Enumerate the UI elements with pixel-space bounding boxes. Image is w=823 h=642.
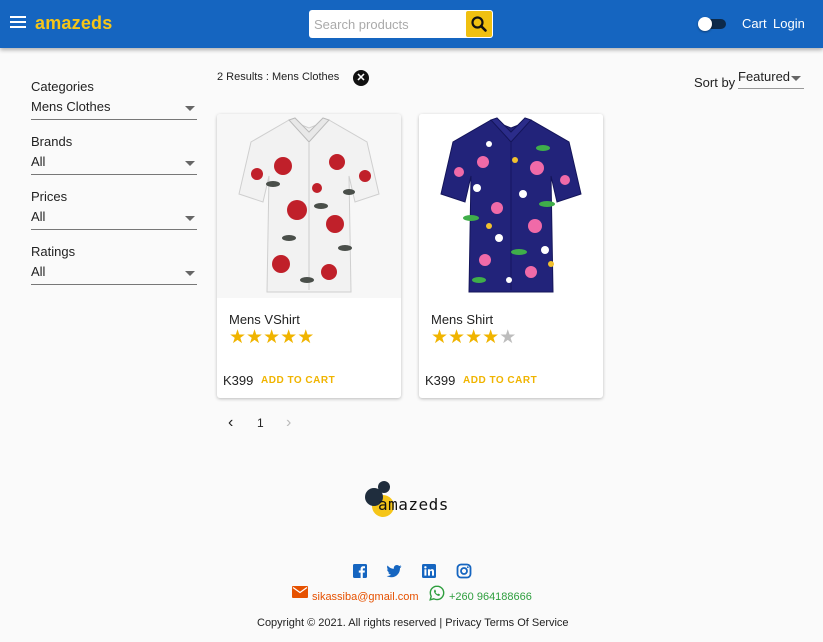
email-icon bbox=[292, 586, 308, 598]
product-name[interactable]: Mens VShirt bbox=[229, 312, 300, 327]
contact-email[interactable]: sikassiba@gmail.com bbox=[312, 591, 419, 603]
dark-mode-toggle[interactable] bbox=[698, 17, 726, 31]
copyright-text: Copyright © 2021. All rights reserved | … bbox=[257, 617, 569, 629]
filter-label: Ratings bbox=[31, 244, 76, 259]
product-name[interactable]: Mens Shirt bbox=[431, 312, 493, 327]
sort-label: Sort by bbox=[694, 75, 736, 90]
ratings-select[interactable]: All bbox=[31, 264, 197, 285]
rating-stars: ★★★★★ bbox=[431, 328, 516, 348]
filter-categories: Categories Mens Clothes bbox=[31, 79, 197, 120]
select-value: All bbox=[31, 264, 46, 279]
search-input[interactable] bbox=[309, 10, 466, 38]
facebook-icon[interactable] bbox=[352, 563, 368, 579]
product-price: K399 bbox=[425, 373, 456, 388]
star-filled-icon: ★ bbox=[263, 327, 281, 348]
pagination-page[interactable]: 1 bbox=[257, 416, 264, 430]
product-card[interactable]: Mens VShirt ★★★★★ K399 ADD TO CART bbox=[217, 114, 401, 398]
login-link[interactable]: Login bbox=[773, 16, 805, 31]
star-empty-icon: ★ bbox=[499, 327, 517, 348]
close-icon: ✕ bbox=[356, 72, 366, 84]
star-filled-icon: ★ bbox=[297, 327, 315, 348]
categories-select[interactable]: Mens Clothes bbox=[31, 99, 197, 120]
product-image[interactable] bbox=[419, 114, 603, 298]
whatsapp-icon bbox=[429, 585, 445, 601]
filter-label: Prices bbox=[31, 189, 68, 204]
filter-label: Brands bbox=[31, 134, 73, 149]
filter-ratings: Ratings All bbox=[31, 244, 197, 285]
search-button[interactable] bbox=[466, 11, 492, 37]
star-filled-icon: ★ bbox=[246, 327, 264, 348]
select-value: Mens Clothes bbox=[31, 99, 111, 114]
product-image[interactable] bbox=[217, 114, 401, 298]
chevron-right-icon: › bbox=[286, 414, 292, 431]
add-to-cart-button[interactable]: ADD TO CART bbox=[261, 375, 335, 386]
star-filled-icon: ★ bbox=[431, 327, 449, 348]
select-value: All bbox=[31, 209, 46, 224]
star-filled-icon: ★ bbox=[280, 327, 298, 348]
chevron-down-icon bbox=[791, 76, 801, 81]
select-value: All bbox=[31, 154, 46, 169]
cart-link[interactable]: Cart bbox=[742, 16, 767, 31]
filter-prices: Prices All bbox=[31, 189, 197, 230]
prices-select[interactable]: All bbox=[31, 209, 197, 230]
add-to-cart-button[interactable]: ADD TO CART bbox=[463, 375, 537, 386]
filter-brands: Brands All bbox=[31, 134, 197, 175]
search-bar bbox=[309, 10, 493, 38]
sort-value: Featured bbox=[738, 69, 791, 84]
product-card[interactable]: Mens Shirt ★★★★★ K399 ADD TO CART bbox=[419, 114, 603, 398]
chevron-down-icon bbox=[185, 271, 195, 276]
chevron-left-icon: ‹ bbox=[228, 414, 234, 431]
chevron-down-icon bbox=[185, 216, 195, 221]
twitter-icon[interactable] bbox=[386, 563, 402, 579]
results-summary: 2 Results : Mens Clothes bbox=[217, 71, 340, 83]
linkedin-icon[interactable] bbox=[421, 563, 437, 579]
rating-stars: ★★★★★ bbox=[229, 328, 314, 348]
star-filled-icon: ★ bbox=[465, 327, 483, 348]
clear-filter-button[interactable]: ✕ bbox=[353, 70, 369, 86]
chevron-down-icon bbox=[185, 161, 195, 166]
menu-icon[interactable] bbox=[10, 16, 26, 30]
brand-logo[interactable]: amazeds bbox=[35, 13, 112, 34]
footer-logo-text: amazeds bbox=[378, 495, 449, 514]
contact-phone[interactable]: +260 964188666 bbox=[449, 591, 532, 603]
instagram-icon[interactable] bbox=[456, 563, 472, 579]
search-icon bbox=[471, 16, 487, 32]
brands-select[interactable]: All bbox=[31, 154, 197, 175]
filter-label: Categories bbox=[31, 79, 94, 94]
product-price: K399 bbox=[223, 373, 254, 388]
chevron-down-icon bbox=[185, 106, 195, 111]
footer-logo[interactable]: amazeds bbox=[364, 481, 464, 521]
app-bar: amazeds Cart Login bbox=[0, 0, 823, 48]
pagination-next[interactable]: › bbox=[286, 414, 292, 431]
sort-select[interactable]: Featured bbox=[738, 69, 804, 89]
star-filled-icon: ★ bbox=[482, 327, 500, 348]
star-filled-icon: ★ bbox=[448, 327, 466, 348]
pagination-prev[interactable]: ‹ bbox=[228, 414, 234, 431]
star-filled-icon: ★ bbox=[229, 327, 247, 348]
